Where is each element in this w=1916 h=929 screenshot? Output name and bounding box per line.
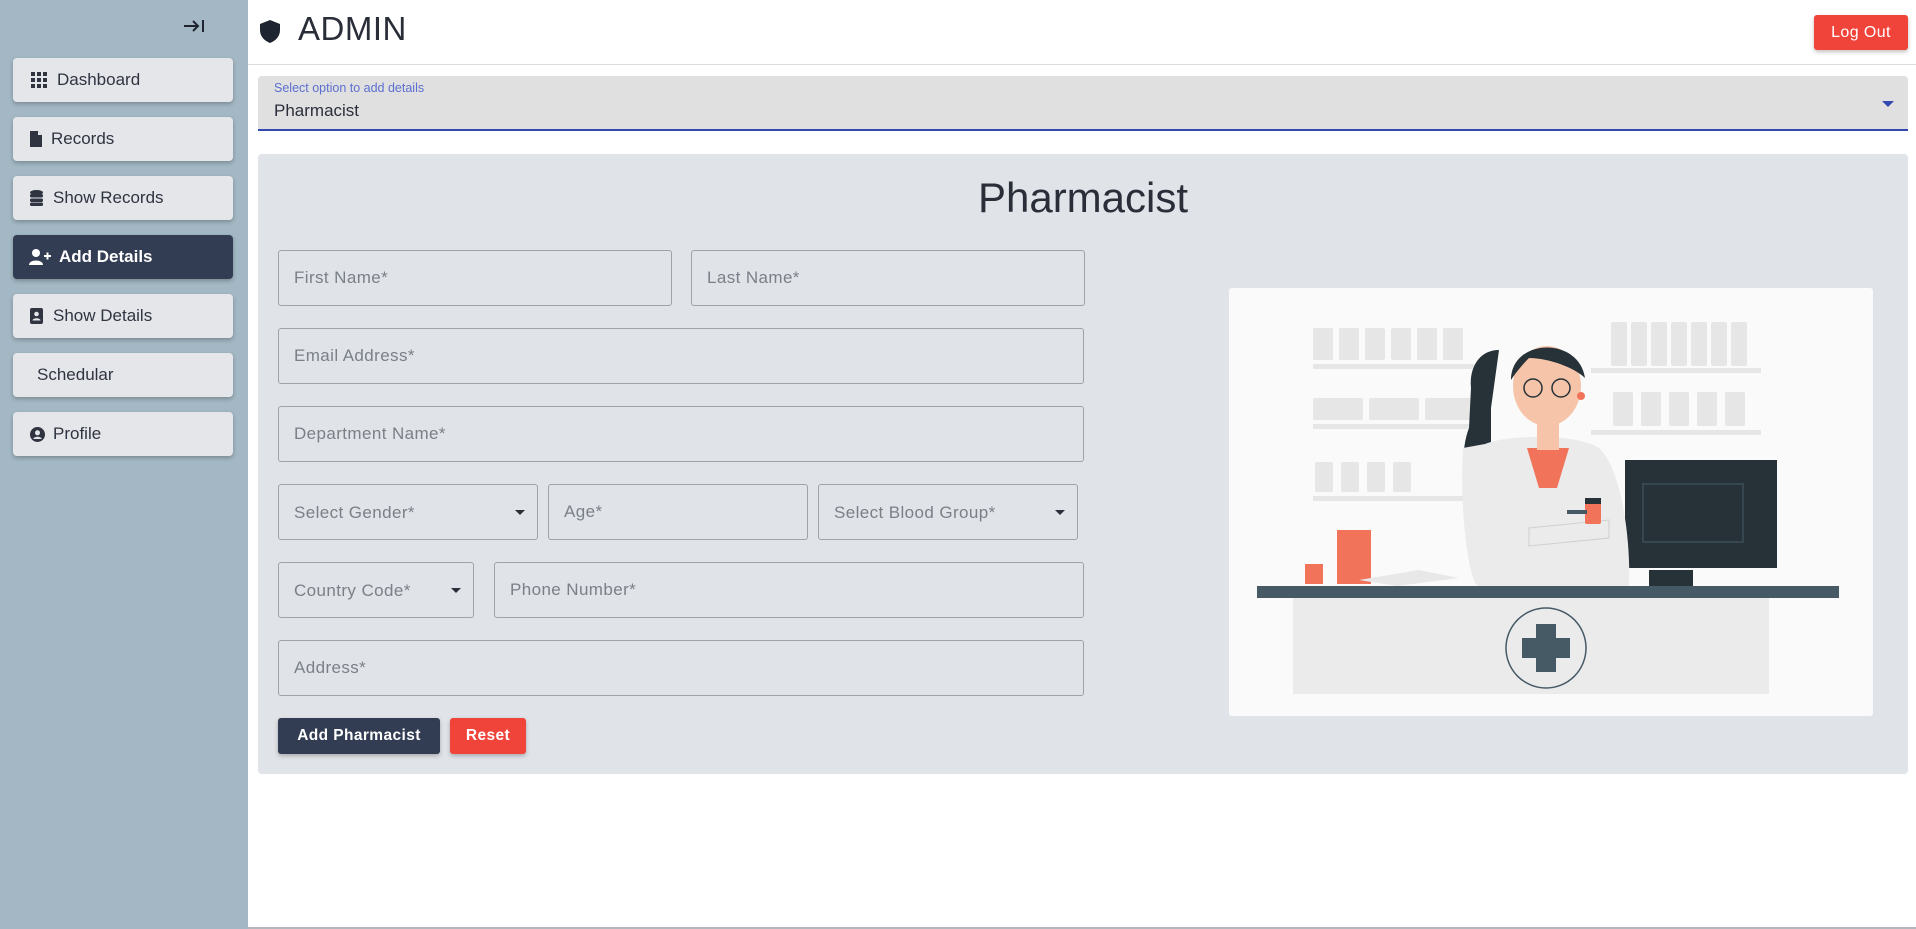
- sidebar-item-label: Profile: [53, 424, 102, 443]
- sidebar-item-show-details[interactable]: Show Details: [13, 294, 233, 338]
- department-name-field[interactable]: [278, 406, 1084, 462]
- file-icon: [29, 129, 43, 149]
- chevron-down-icon: [515, 510, 525, 515]
- sidebar-item-label: Show Details: [53, 306, 153, 325]
- sidebar-item-records[interactable]: Records: [13, 117, 233, 161]
- page-title: ADMIN: [298, 10, 407, 47]
- contact-card-icon: [29, 306, 43, 326]
- phone-number-field[interactable]: [494, 562, 1084, 618]
- option-select-value: Pharmacist: [274, 101, 360, 120]
- collapse-sidebar-icon[interactable]: [180, 14, 208, 38]
- pharmacist-form-panel: Pharmacist Select Gender* Select Blood G…: [258, 154, 1908, 774]
- gender-select-label: Select Gender*: [294, 503, 415, 522]
- first-name-field[interactable]: [278, 250, 672, 306]
- logout-button[interactable]: Log Out: [1814, 15, 1908, 50]
- chevron-down-icon: [451, 588, 461, 593]
- chevron-down-icon: [1055, 510, 1065, 515]
- database-icon: [29, 188, 43, 208]
- chevron-down-icon: [1882, 101, 1894, 107]
- shield-icon: [260, 20, 280, 48]
- sidebar-item-label: Add Details: [59, 247, 153, 266]
- header-bar: ADMIN Log Out: [248, 0, 1916, 65]
- blood-group-select-label: Select Blood Group*: [834, 503, 996, 522]
- address-field[interactable]: [278, 640, 1084, 696]
- add-details-option-select[interactable]: Select option to add details Pharmacist: [258, 76, 1908, 131]
- sidebar-item-label: Show Records: [53, 188, 164, 207]
- last-name-field[interactable]: [691, 250, 1085, 306]
- add-user-icon: [29, 247, 51, 267]
- user-circle-icon: [29, 424, 45, 444]
- grid-icon: [29, 70, 49, 90]
- sidebar-item-dashboard[interactable]: Dashboard: [13, 58, 233, 102]
- sidebar-item-label: Records: [51, 129, 115, 148]
- age-field[interactable]: [548, 484, 808, 540]
- sidebar-item-add-details[interactable]: Add Details: [13, 235, 233, 279]
- country-code-select-label: Country Code*: [294, 581, 411, 600]
- sidebar-item-schedular[interactable]: Schedular: [13, 353, 233, 397]
- sidebar-item-profile[interactable]: Profile: [13, 412, 233, 456]
- country-code-select[interactable]: Country Code*: [278, 562, 474, 618]
- sidebar-item-label: Schedular: [37, 365, 114, 384]
- gender-select[interactable]: Select Gender*: [278, 484, 538, 540]
- reset-button[interactable]: Reset: [450, 718, 526, 754]
- sidebar: Dashboard Records Show Records Add Detai…: [0, 0, 248, 929]
- pharmacist-illustration: [1229, 288, 1873, 716]
- form-title: Pharmacist: [977, 174, 1189, 221]
- option-select-label: Select option to add details: [274, 81, 425, 95]
- add-pharmacist-button[interactable]: Add Pharmacist: [278, 718, 440, 754]
- blood-group-select[interactable]: Select Blood Group*: [818, 484, 1078, 540]
- sidebar-item-label: Dashboard: [57, 70, 141, 89]
- sidebar-item-show-records[interactable]: Show Records: [13, 176, 233, 220]
- email-field[interactable]: [278, 328, 1084, 384]
